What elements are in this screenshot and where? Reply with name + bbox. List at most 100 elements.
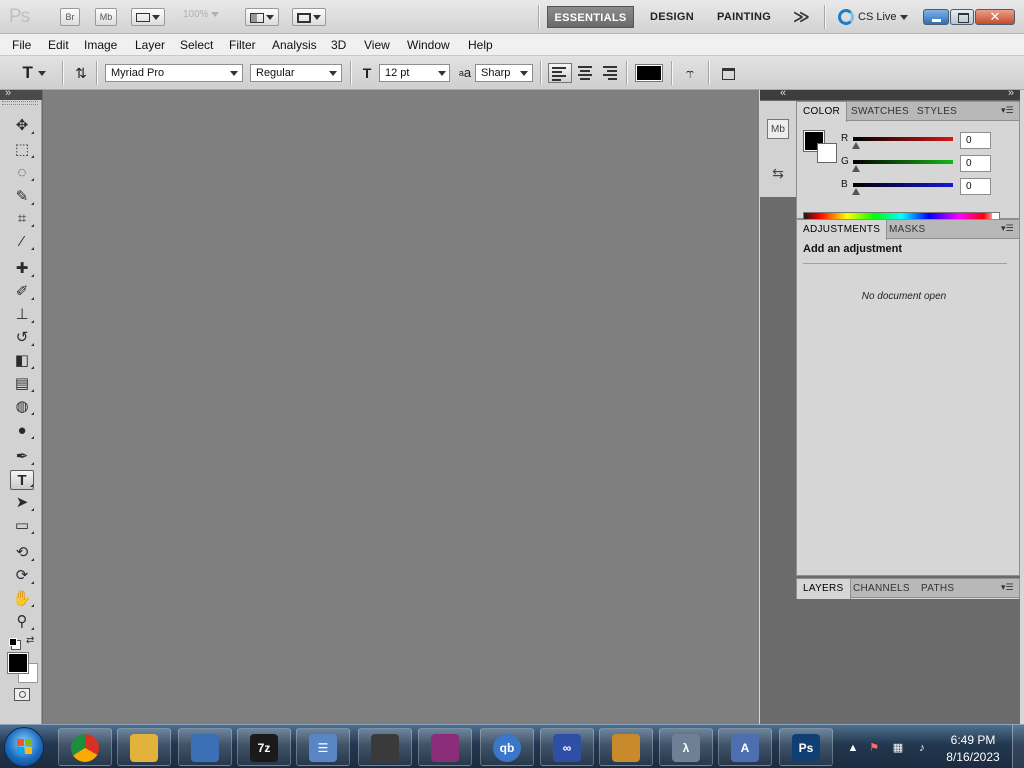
zoom-level[interactable]: 100% — [183, 9, 220, 25]
start-button[interactable] — [4, 727, 44, 767]
taskbar-app-cat[interactable] — [358, 728, 412, 766]
screen-mode-button[interactable] — [292, 8, 326, 26]
marquee-tool[interactable]: ⬚ — [10, 140, 34, 160]
zoom-tool[interactable]: ⚲ — [10, 612, 34, 632]
minibridge-panel-button[interactable]: Mb — [767, 119, 789, 139]
taskbar-app-lambda[interactable]: λ — [659, 728, 713, 766]
minimize-button[interactable] — [923, 9, 949, 25]
menu-filter[interactable]: Filter — [229, 38, 256, 52]
tool-preset-picker[interactable]: T — [14, 63, 54, 83]
taskbar-app-triangle[interactable]: A — [718, 728, 772, 766]
show-hidden-icons-button[interactable]: ▲ — [845, 740, 861, 756]
menu-file[interactable]: File — [12, 38, 31, 52]
channel-value-input[interactable]: 0 — [960, 132, 991, 149]
menu-image[interactable]: Image — [84, 38, 117, 52]
channel-slider-thumb[interactable] — [852, 188, 860, 195]
channel-slider-track[interactable] — [853, 137, 953, 141]
taskbar-app-tools[interactable] — [599, 728, 653, 766]
dodge-tool[interactable]: ● — [10, 421, 34, 441]
pen-tool[interactable]: ✒ — [10, 447, 34, 467]
tab-masks[interactable]: MASKS — [883, 220, 932, 239]
volume-icon[interactable]: ♪ — [914, 740, 930, 756]
eyedropper-tool[interactable]: ⁄ — [10, 232, 34, 252]
restore-button[interactable] — [950, 9, 974, 25]
tab-layers[interactable]: LAYERS — [797, 579, 851, 599]
font-family-select[interactable]: Myriad Pro — [105, 64, 243, 82]
default-colors-icon[interactable] — [9, 638, 17, 646]
tab-adjustments[interactable]: ADJUSTMENTS — [797, 220, 888, 240]
warp-text-button[interactable]: ⥾ — [680, 63, 700, 83]
tab-paths[interactable]: PATHS — [915, 579, 960, 598]
menu-layer[interactable]: Layer — [135, 38, 165, 52]
show-desktop-button[interactable] — [1012, 725, 1024, 768]
clock-time[interactable]: 6:49 PM — [940, 733, 1006, 747]
menu-window[interactable]: Window — [407, 38, 450, 52]
quick-mask-button[interactable] — [14, 688, 30, 701]
clock-date[interactable]: 8/16/2023 — [940, 750, 1006, 764]
launch-minibridge-button[interactable]: Mb — [95, 8, 117, 26]
crop-tool[interactable]: ⌗ — [10, 209, 34, 229]
channel-value-input[interactable]: 0 — [960, 178, 991, 195]
align-right-button[interactable] — [598, 63, 622, 83]
align-center-button[interactable] — [573, 63, 597, 83]
taskbar-qbittorrent[interactable]: qb — [480, 728, 534, 766]
menu-3d[interactable]: 3D — [331, 38, 346, 52]
channel-value-input[interactable]: 0 — [960, 155, 991, 172]
view-extras-button[interactable] — [131, 8, 165, 26]
action-center-icon[interactable]: ⚑ — [866, 740, 882, 756]
menu-edit[interactable]: Edit — [48, 38, 69, 52]
panel-menu-icon[interactable]: ▾☰ — [1001, 105, 1015, 117]
channel-slider-track[interactable] — [853, 160, 953, 164]
menu-select[interactable]: Select — [180, 38, 213, 52]
3d-rotate-tool[interactable]: ⟲ — [10, 543, 34, 563]
cs-live-button[interactable]: CS Live — [838, 9, 908, 25]
blur-tool[interactable]: ◍ — [10, 397, 34, 417]
history-panel-button[interactable]: ⇆ — [767, 163, 789, 183]
close-button[interactable]: ✕ — [975, 9, 1015, 25]
text-color-swatch[interactable] — [635, 64, 663, 82]
panel-menu-icon[interactable]: ▾☰ — [1001, 223, 1015, 235]
clone-stamp-tool[interactable]: ⊥ — [10, 305, 34, 325]
background-color-swatch[interactable] — [817, 143, 837, 163]
menu-help[interactable]: Help — [468, 38, 493, 52]
rectangle-tool[interactable]: ▭ — [10, 516, 34, 536]
font-size-select[interactable]: 12 pt — [379, 64, 450, 82]
arrange-documents-button[interactable] — [245, 8, 279, 26]
move-tool[interactable]: ✥ — [10, 116, 34, 136]
text-orientation-button[interactable]: ⇅ — [70, 63, 92, 83]
taskbar-winrar[interactable] — [418, 728, 472, 766]
tab-channels[interactable]: CHANNELS — [847, 579, 916, 598]
taskbar-network[interactable] — [178, 728, 232, 766]
lasso-tool[interactable]: ◌ — [10, 163, 34, 183]
workspace-painting-button[interactable]: PAINTING — [717, 11, 771, 23]
panels-collapse-grip[interactable] — [796, 87, 1020, 100]
launch-bridge-button[interactable]: Br — [60, 8, 80, 26]
character-panel-button[interactable] — [718, 63, 738, 83]
tab-swatches[interactable]: SWATCHES — [845, 102, 915, 121]
font-style-select[interactable]: Regular — [250, 64, 342, 82]
dock-collapse-grip[interactable] — [760, 87, 796, 100]
panel-menu-icon[interactable]: ▾☰ — [1001, 582, 1015, 594]
tab-styles[interactable]: STYLES — [911, 102, 963, 121]
healing-brush-tool[interactable]: ✚ — [10, 259, 34, 279]
menu-analysis[interactable]: Analysis — [272, 38, 317, 52]
taskbar-notepad-list[interactable]: ☰ — [296, 728, 350, 766]
taskbar-file-explorer[interactable] — [117, 728, 171, 766]
taskbar-app-infinity[interactable]: ∞ — [540, 728, 594, 766]
channel-slider-thumb[interactable] — [852, 165, 860, 172]
foreground-color-swatch[interactable] — [7, 652, 29, 674]
more-workspaces-button[interactable]: ≫ — [793, 7, 810, 27]
channel-slider-thumb[interactable] — [852, 142, 860, 149]
hand-tool[interactable]: ✋ — [10, 589, 34, 609]
document-canvas-area[interactable] — [42, 90, 759, 724]
3d-orbit-tool[interactable]: ⟳ — [10, 566, 34, 586]
tools-panel-grip[interactable] — [0, 87, 42, 100]
type-tool[interactable]: T — [10, 470, 34, 490]
menu-view[interactable]: View — [364, 38, 390, 52]
channel-slider-track[interactable] — [853, 183, 953, 187]
swap-colors-icon[interactable]: ⇄ — [26, 635, 34, 646]
taskbar-chrome[interactable] — [58, 728, 112, 766]
path-selection-tool[interactable]: ➤ — [10, 493, 34, 513]
history-brush-tool[interactable]: ↺ — [10, 328, 34, 348]
workspace-design-button[interactable]: DESIGN — [650, 11, 694, 23]
